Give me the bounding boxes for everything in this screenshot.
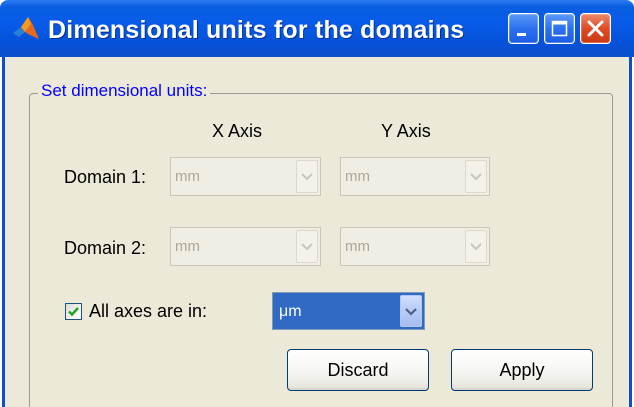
y-axis-header: Y Axis: [381, 121, 431, 141]
dialog-window: Dimensional units for the domains Set di…: [0, 0, 634, 407]
chevron-down-icon: [400, 295, 422, 327]
all-axes-label[interactable]: All axes are in:: [89, 300, 207, 322]
all-axes-unit-value: μm: [279, 303, 302, 320]
title-bar[interactable]: Dimensional units for the domains: [0, 0, 634, 57]
apply-button[interactable]: Apply: [451, 349, 593, 391]
close-button[interactable]: [580, 13, 611, 44]
chevron-down-icon: [465, 160, 487, 193]
chevron-down-icon: [296, 160, 318, 193]
chevron-down-icon: [296, 230, 318, 263]
domain-2-x-unit-value: mm: [175, 238, 200, 255]
maximize-button[interactable]: [544, 13, 575, 44]
all-axes-checkbox[interactable]: [65, 303, 82, 320]
discard-button[interactable]: Discard: [287, 349, 429, 391]
domain-2-y-unit-select[interactable]: mm: [340, 227, 490, 266]
all-axes-unit-select[interactable]: μm: [272, 292, 425, 330]
matlab-logo-icon: [12, 15, 40, 43]
groupbox-label: Set dimensional units:: [38, 80, 211, 102]
domain-2-y-unit-value: mm: [345, 238, 370, 255]
domain-1-x-unit-value: mm: [175, 168, 200, 185]
domain-1-x-unit-select[interactable]: mm: [170, 157, 321, 196]
window-title: Dimensional units for the domains: [48, 16, 465, 44]
domain-1-y-unit-select[interactable]: mm: [340, 157, 490, 196]
domain-1-y-unit-value: mm: [345, 168, 370, 185]
chevron-down-icon: [465, 230, 487, 263]
domain-1-label: Domain 1:: [64, 167, 147, 187]
domain-2-label: Domain 2:: [64, 238, 147, 258]
x-axis-header: X Axis: [212, 121, 263, 141]
domain-2-x-unit-select[interactable]: mm: [170, 227, 321, 266]
minimize-button[interactable]: [508, 13, 539, 44]
